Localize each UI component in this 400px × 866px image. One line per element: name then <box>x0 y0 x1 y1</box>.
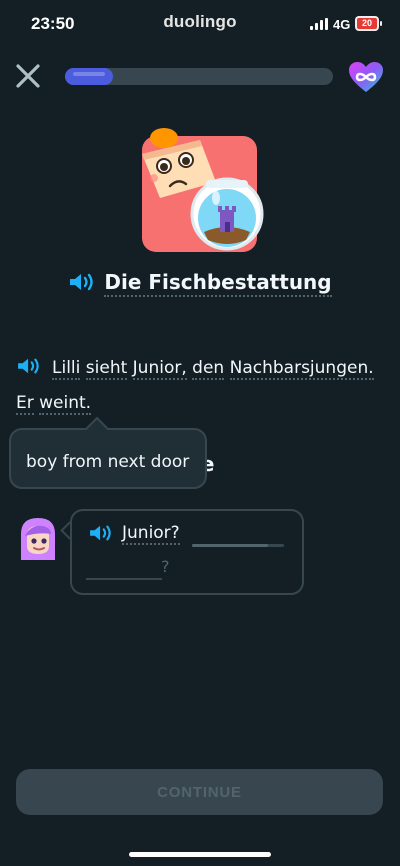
answer-blank <box>192 544 284 547</box>
infinite-hearts-icon[interactable] <box>347 60 385 94</box>
story-illustration <box>140 126 265 252</box>
tooltip-arrow <box>85 416 109 440</box>
sentence-word[interactable]: Lilli <box>52 358 81 380</box>
sentence-word[interactable]: den <box>192 358 225 380</box>
speaker-icon[interactable] <box>88 523 114 547</box>
battery-tip <box>380 21 382 26</box>
speech-bubble: Junior? ? <box>70 509 304 595</box>
home-indicator <box>129 852 271 857</box>
network-type: 4G <box>333 17 351 32</box>
speaker-icon[interactable] <box>68 271 96 297</box>
status-bar: 23:50 duolingo 4G 20 <box>0 0 400 48</box>
battery-icon: 20 <box>355 16 379 31</box>
speaker-avatar <box>17 516 59 560</box>
lesson-progress-bar <box>65 68 333 85</box>
close-icon[interactable] <box>12 60 44 92</box>
signal-icon <box>310 18 328 30</box>
battery-level: 20 <box>357 18 377 29</box>
speaker-icon[interactable] <box>16 355 42 387</box>
story-sentence: Lilli sieht Junior, den Nachbarsjungen. … <box>16 352 386 419</box>
sentence-word[interactable]: Er <box>16 393 34 415</box>
lesson-progress-fill <box>65 68 114 85</box>
sentence-word[interactable]: weint. <box>39 393 92 415</box>
translation-tooltip: boy from next door <box>9 416 207 489</box>
sentence-word[interactable]: Junior, <box>132 358 187 380</box>
story-title[interactable]: Die Fischbestattung <box>104 270 332 297</box>
tooltip-text: boy from next door <box>26 452 190 472</box>
sentence-word[interactable]: Nachbarsjungen. <box>229 358 374 380</box>
answer-blank <box>86 578 162 580</box>
story-title-row: Die Fischbestattung <box>0 270 400 297</box>
sentence-word[interactable]: sieht <box>85 358 128 380</box>
continue-button[interactable]: CONTINUE <box>16 769 383 815</box>
dialogue-word[interactable]: Junior? <box>122 523 180 545</box>
question-mark: ? <box>161 557 170 576</box>
